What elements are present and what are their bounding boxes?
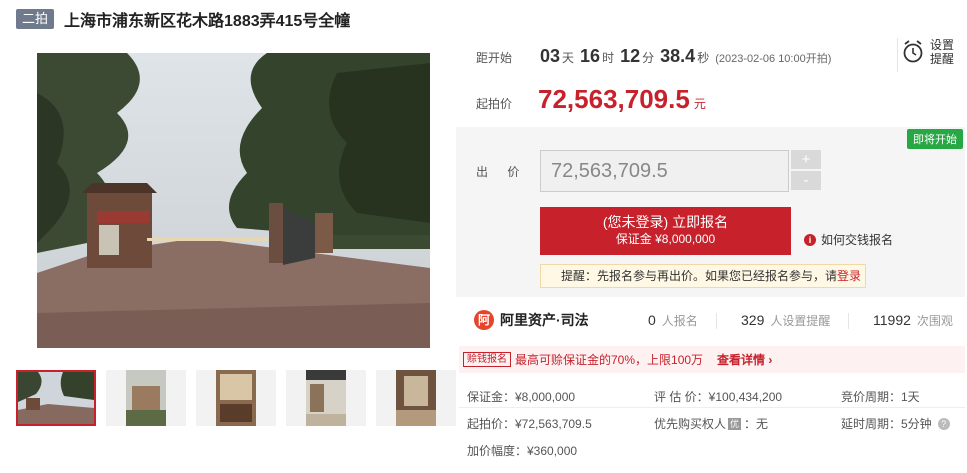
help-icon[interactable]: ? xyxy=(937,417,950,430)
priority-buyer-value: ：无 xyxy=(744,417,769,431)
view-count: 11992 次围观 xyxy=(873,312,953,329)
reminder-count: 329 人设置提醒 xyxy=(741,312,830,329)
how-to-pay-link[interactable]: i 如何交钱报名 xyxy=(804,231,893,248)
delay-cycle-detail: 延时周期：5分钟 ? xyxy=(841,415,950,432)
reminder-count-unit: 人设置提醒 xyxy=(770,314,831,328)
info-icon: i xyxy=(804,233,816,246)
platform-brand: 阿 阿里资产·司法 xyxy=(474,310,589,330)
stat-divider xyxy=(716,313,717,329)
thumbnail-3-image xyxy=(196,370,276,426)
start-price-unit: 元 xyxy=(693,97,706,111)
start-time-note: (2023-02-06 10:00开拍) xyxy=(715,53,832,65)
login-notice: 提醒：先报名参与再出价。如果您已经报名参与，请登录 xyxy=(540,264,866,288)
start-price-value: 72,563,709.5 xyxy=(538,84,690,114)
reminder-count-value: 329 xyxy=(741,312,765,328)
thumbnail-strip xyxy=(16,370,456,426)
stat-divider xyxy=(848,313,849,329)
delay-cycle-text: 延时周期：5分钟 xyxy=(841,417,932,431)
title-row: 二拍 上海市浦东新区花木路1883弄415号全幢 xyxy=(16,8,350,30)
brand-name: 阿里资产·司法 xyxy=(500,312,589,328)
bid-amount-input[interactable]: 72,563,709.5 xyxy=(540,150,789,192)
signup-count-value: 0 xyxy=(648,312,656,328)
alarm-clock-icon xyxy=(903,40,923,63)
reminder-divider xyxy=(897,38,898,72)
countdown-hours-unit: 时 xyxy=(602,51,615,65)
thumbnail-4[interactable] xyxy=(286,370,366,426)
credit-signup-tag: 赊钱报名 xyxy=(463,352,511,367)
set-reminder-button[interactable]: 设置提醒 xyxy=(902,38,956,66)
thumbnail-3[interactable] xyxy=(196,370,276,426)
bid-label: 出 价 xyxy=(476,165,528,179)
countdown-seconds: 38.4 xyxy=(660,46,696,66)
bid-stepper: + - xyxy=(791,150,821,190)
priority-badge: 优 xyxy=(728,417,742,430)
countdown-hours: 16 xyxy=(580,46,601,66)
thumbnail-2[interactable] xyxy=(106,370,186,426)
login-notice-text: 提醒：先报名参与再出价。如果您已经报名参与，请 xyxy=(561,269,838,283)
countdown-label: 距开始 xyxy=(476,51,513,65)
thumbnail-5[interactable] xyxy=(376,370,456,426)
page-title: 上海市浦东新区花木路1883弄415号全幢 xyxy=(64,13,351,30)
status-badge: 即将开始 xyxy=(907,129,963,149)
details-divider xyxy=(459,407,965,408)
priority-buyer-label: 优先购买权人 xyxy=(654,417,727,431)
start-price-detail: 起拍价：¥72,563,709.5 xyxy=(467,417,592,431)
credit-promo-text: 最高可赊保证金的70%，上限100万 xyxy=(515,353,704,367)
signup-deposit-label: 保证金 ¥8,000,000 xyxy=(615,232,716,246)
login-link[interactable]: 登录 xyxy=(837,269,861,283)
bid-panel: 即将开始 出 价 72,563,709.5 + - (您未登录) 立即报名 保证… xyxy=(456,127,965,297)
decrease-bid-button[interactable]: - xyxy=(791,171,821,190)
signup-button[interactable]: (您未登录) 立即报名 保证金 ¥8,000,000 xyxy=(540,207,791,255)
ali-assets-logo: 阿 xyxy=(474,310,494,330)
set-reminder-label: 设置提醒 xyxy=(930,38,955,66)
increment-detail: 加价幅度：¥360,000 xyxy=(467,444,578,458)
auction-round-badge: 二拍 xyxy=(16,9,55,29)
view-details-link[interactable]: 查看详情 › xyxy=(717,351,772,368)
bid-cycle-detail: 竞价周期：1天 xyxy=(841,390,920,404)
countdown-seconds-unit: 秒 xyxy=(697,51,710,65)
main-photo[interactable] xyxy=(37,53,430,348)
increase-bid-button[interactable]: + xyxy=(791,150,821,169)
signup-count: 0 人报名 xyxy=(648,312,698,329)
priority-buyer-detail: 优先购买权人 优 ：无 xyxy=(654,415,768,432)
start-price-row: 起拍价 72,563,709.5 元 xyxy=(476,84,706,115)
thumbnail-4-image xyxy=(286,370,366,426)
how-to-pay-label: 如何交钱报名 xyxy=(821,233,894,247)
countdown-row: 距开始 03 天 16 时 12 分 38.4 秒 (2023-02-06 10… xyxy=(476,46,831,76)
signup-button-label: (您未登录) 立即报名 xyxy=(602,214,729,230)
signup-count-unit: 人报名 xyxy=(661,314,698,328)
thumbnail-2-image xyxy=(106,370,186,426)
thumbnail-5-image xyxy=(376,370,456,426)
countdown-minutes: 12 xyxy=(620,46,641,66)
appraisal-detail: 评 估 价：¥100,434,200 xyxy=(654,390,783,404)
start-price-label: 起拍价 xyxy=(476,97,513,111)
gate-photo-image xyxy=(37,53,430,348)
countdown-days: 03 xyxy=(540,46,561,66)
view-count-value: 11992 xyxy=(873,312,911,328)
thumbnail-1-image xyxy=(18,372,94,424)
countdown-minutes-unit: 分 xyxy=(642,51,655,65)
deposit-detail: 保证金：¥8,000,000 xyxy=(467,390,576,404)
thumbnail-1[interactable] xyxy=(16,370,96,426)
credit-promo-banner: 赊钱报名 最高可赊保证金的70%，上限100万 查看详情 › xyxy=(459,346,965,373)
countdown-days-unit: 天 xyxy=(562,51,575,65)
view-count-unit: 次围观 xyxy=(916,314,953,328)
